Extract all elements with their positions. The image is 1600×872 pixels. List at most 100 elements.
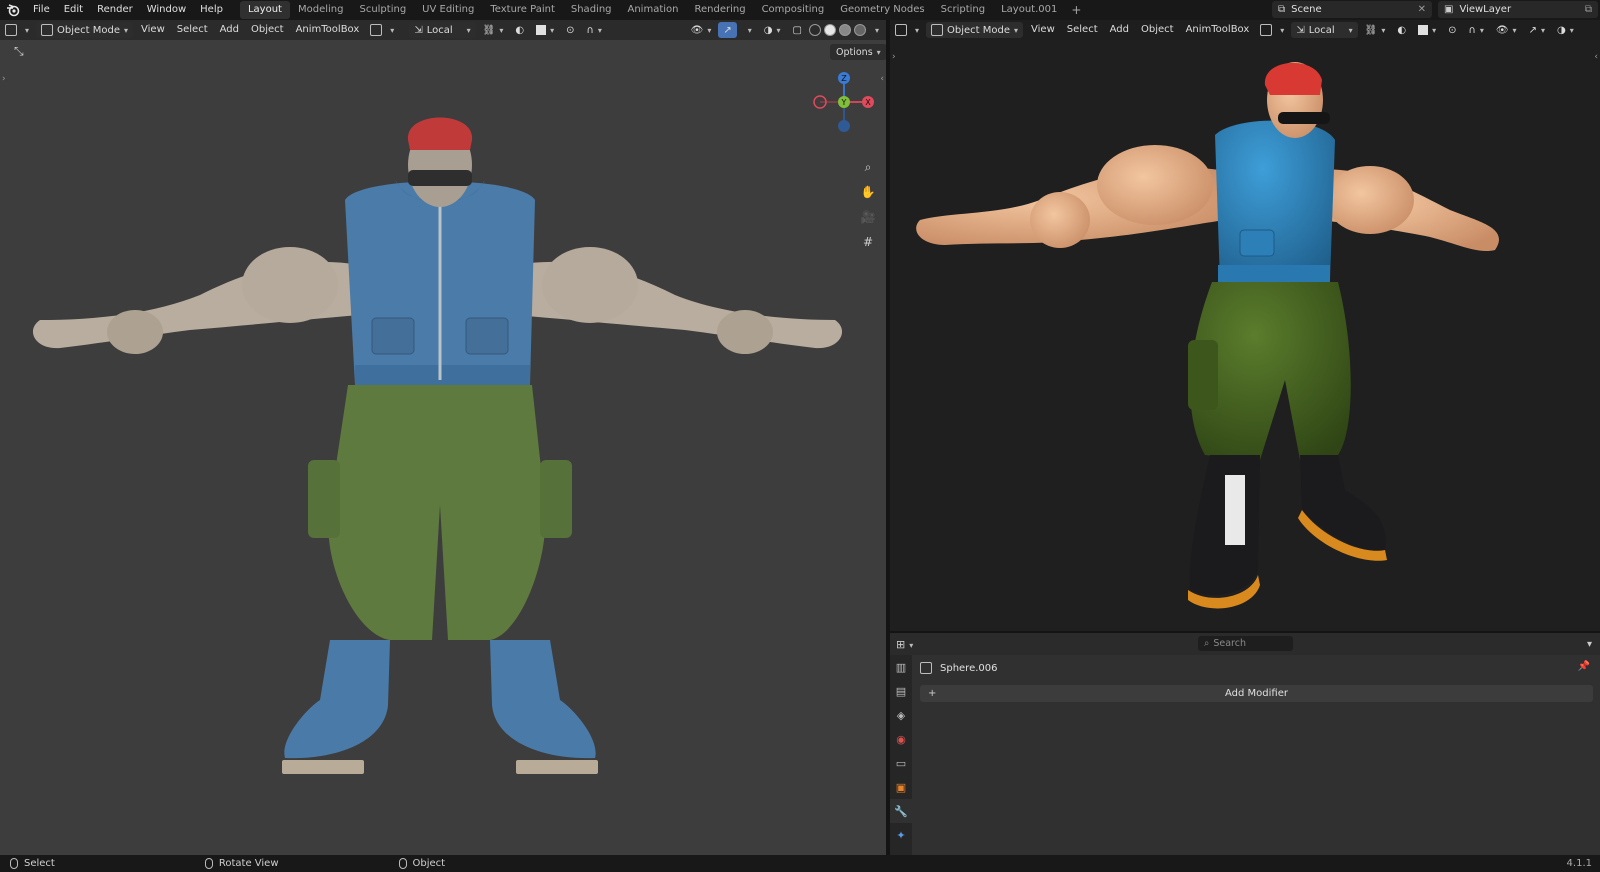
falloff-dropdown[interactable]: ∩ ▾ (582, 22, 607, 38)
mode-dropdown[interactable]: Object Mode ▾ (36, 22, 134, 38)
tab-object-icon[interactable]: ▣ (890, 775, 912, 799)
snap-target-dropdown[interactable]: ▾ (531, 22, 559, 38)
mesh-object-icon (920, 662, 932, 674)
wireframe-shading-icon[interactable] (808, 24, 821, 36)
add-workspace-button[interactable]: + (1065, 3, 1087, 17)
menu-object-right[interactable]: Object (1135, 20, 1180, 40)
overlays-toggle[interactable]: ◑ ▾ (759, 22, 786, 38)
snapping-toggle[interactable]: ◐ (510, 22, 529, 38)
scene-selector[interactable]: ⧉ Scene ✕ (1272, 1, 1432, 18)
menu-view[interactable]: View (135, 20, 171, 40)
options-button[interactable]: Options ▾ (830, 44, 886, 60)
snapping-toggle-right[interactable]: ◐ (1392, 22, 1411, 38)
material-shading-icon[interactable] (838, 24, 851, 36)
menu-file[interactable]: File (26, 0, 57, 20)
tab-output-icon[interactable]: ▤ (890, 679, 912, 703)
close-icon[interactable]: ✕ (1418, 4, 1426, 15)
scene-icon: ⧉ (1278, 4, 1286, 15)
tab-particles-icon[interactable]: ✦ (890, 823, 912, 847)
tab-sculpting[interactable]: Sculpting (351, 1, 414, 19)
menu-add-right[interactable]: Add (1104, 20, 1135, 40)
view-layer-selector[interactable]: ▣ ViewLayer ⧉ (1438, 1, 1598, 18)
xray-toggle[interactable]: ▢ (788, 22, 807, 38)
character-solid-view[interactable] (0, 80, 886, 820)
snap-target-dropdown-right[interactable]: ▾ (1413, 22, 1441, 38)
menu-add[interactable]: Add (214, 20, 245, 40)
tab-render-icon[interactable]: ▥ (890, 655, 912, 679)
falloff-curve-icon-right: ∩ (1468, 24, 1476, 36)
tab-compositing[interactable]: Compositing (754, 1, 833, 19)
menu-window[interactable]: Window (140, 0, 193, 20)
copy-icon[interactable]: ⧉ (1585, 4, 1592, 15)
editor-type-button[interactable]: ▾ (0, 22, 34, 38)
gizmo-toggle-right[interactable]: ↗ ▾ (1524, 22, 1550, 38)
gizmo-dropdown[interactable]: ▾ (739, 22, 757, 38)
orientation-dropdown[interactable]: ⇲ Local ▾ (409, 22, 476, 38)
properties-options-dropdown[interactable]: ▾ (1587, 639, 1592, 650)
tab-rendering[interactable]: Rendering (686, 1, 753, 19)
blender-logo-icon[interactable] (0, 0, 26, 20)
status-rotate-label: Rotate View (218, 858, 279, 869)
menu-help[interactable]: Help (193, 0, 230, 20)
tab-uv-editing[interactable]: UV Editing (414, 1, 482, 19)
orientation-dropdown-right[interactable]: ⇲ Local ▾ (1291, 22, 1358, 38)
pants-left-cargo-pocket (308, 460, 340, 538)
proportional-edit-toggle-right[interactable]: ⊙ (1443, 22, 1461, 38)
menu-object[interactable]: Object (245, 20, 290, 40)
properties-editor: ⊞ ▾ ⌕ Search ▾ ▥ ▤ ◈ ◉ ▭ ▣ 🔧 ✦ Sphere.006… (890, 633, 1600, 855)
menu-edit[interactable]: Edit (57, 0, 90, 20)
tab-layout[interactable]: Layout (239, 1, 290, 19)
pivot-dropdown[interactable]: ▾ (365, 22, 399, 38)
mode-dropdown-right[interactable]: Object Mode ▾ (926, 22, 1024, 38)
mode-label-right: Object Mode (947, 24, 1011, 36)
viewport-right[interactable]: ▾ Object Mode ▾ View Select Add Object An… (890, 20, 1600, 631)
visibility-dropdown-right[interactable]: 👁 ▾ (1491, 22, 1522, 38)
search-placeholder: Search (1213, 638, 1246, 649)
menu-view-right[interactable]: View (1025, 20, 1061, 40)
tab-geometry-nodes[interactable]: Geometry Nodes (832, 1, 932, 19)
gizmo-toggle[interactable]: ↗ (718, 22, 737, 38)
add-modifier-button[interactable]: + Add Modifier (920, 685, 1593, 702)
tab-modifier-icon[interactable]: 🔧 (890, 799, 912, 823)
editor-type-button-right[interactable]: ▾ (890, 22, 924, 38)
render-vest (1215, 120, 1335, 282)
tab-animation[interactable]: Animation (620, 1, 687, 19)
tab-layout-001[interactable]: Layout.001 (993, 1, 1065, 19)
menu-animtoolbox-right[interactable]: AnimToolBox (1180, 20, 1256, 40)
tab-modeling[interactable]: Modeling (290, 1, 352, 19)
editor-type-icon-right (895, 24, 907, 36)
status-select-label: Select (24, 858, 55, 869)
solid-shading-icon[interactable] (823, 24, 836, 36)
tab-texture-paint[interactable]: Texture Paint (482, 1, 563, 19)
pivot-dropdown-right[interactable]: ▾ (1255, 22, 1289, 38)
snap-button[interactable]: ⛓ ▾ (478, 22, 509, 38)
falloff-dropdown-right[interactable]: ∩ ▾ (1464, 22, 1489, 38)
proportional-edit-toggle[interactable]: ⊙ (561, 22, 579, 38)
tab-collection-icon[interactable]: ▭ (890, 751, 912, 775)
tab-shading[interactable]: Shading (563, 1, 620, 19)
menu-select-right[interactable]: Select (1061, 20, 1104, 40)
visibility-dropdown[interactable]: 👁 ▾ (686, 22, 717, 38)
rendered-shading-icon[interactable] (853, 24, 866, 36)
render-boot-stripe (1225, 475, 1245, 545)
tab-scene-icon[interactable]: ◈ (890, 703, 912, 727)
tab-world-icon[interactable]: ◉ (890, 727, 912, 751)
character-render-view[interactable] (890, 50, 1600, 631)
object-name-row: Sphere.006 (920, 659, 998, 677)
viewport-left[interactable]: ▾ Object Mode ▾ View Select Add Object An… (0, 20, 886, 855)
menu-render[interactable]: Render (90, 0, 140, 20)
properties-search[interactable]: ⌕ Search (1198, 636, 1293, 651)
right-boot (490, 640, 596, 759)
square-icon-right (1418, 25, 1429, 35)
shading-dropdown[interactable]: ▾ (866, 22, 884, 38)
overlays-toggle-right[interactable]: ◑ ▾ (1552, 22, 1579, 38)
pin-icon[interactable]: 📌 (1578, 661, 1590, 672)
menu-select[interactable]: Select (171, 20, 214, 40)
transform-tool-icon[interactable]: ⤡ (14, 44, 24, 59)
viewport-right-header: ▾ Object Mode ▾ View Select Add Object An… (890, 20, 1600, 40)
snap-button-right[interactable]: ⛓ ▾ (1360, 22, 1391, 38)
editor-type-button-props[interactable]: ⊞ ▾ (896, 638, 913, 651)
tab-scripting[interactable]: Scripting (933, 1, 993, 19)
version-label: 4.1.1 (1566, 858, 1592, 869)
menu-animtoolbox[interactable]: AnimToolBox (290, 20, 366, 40)
